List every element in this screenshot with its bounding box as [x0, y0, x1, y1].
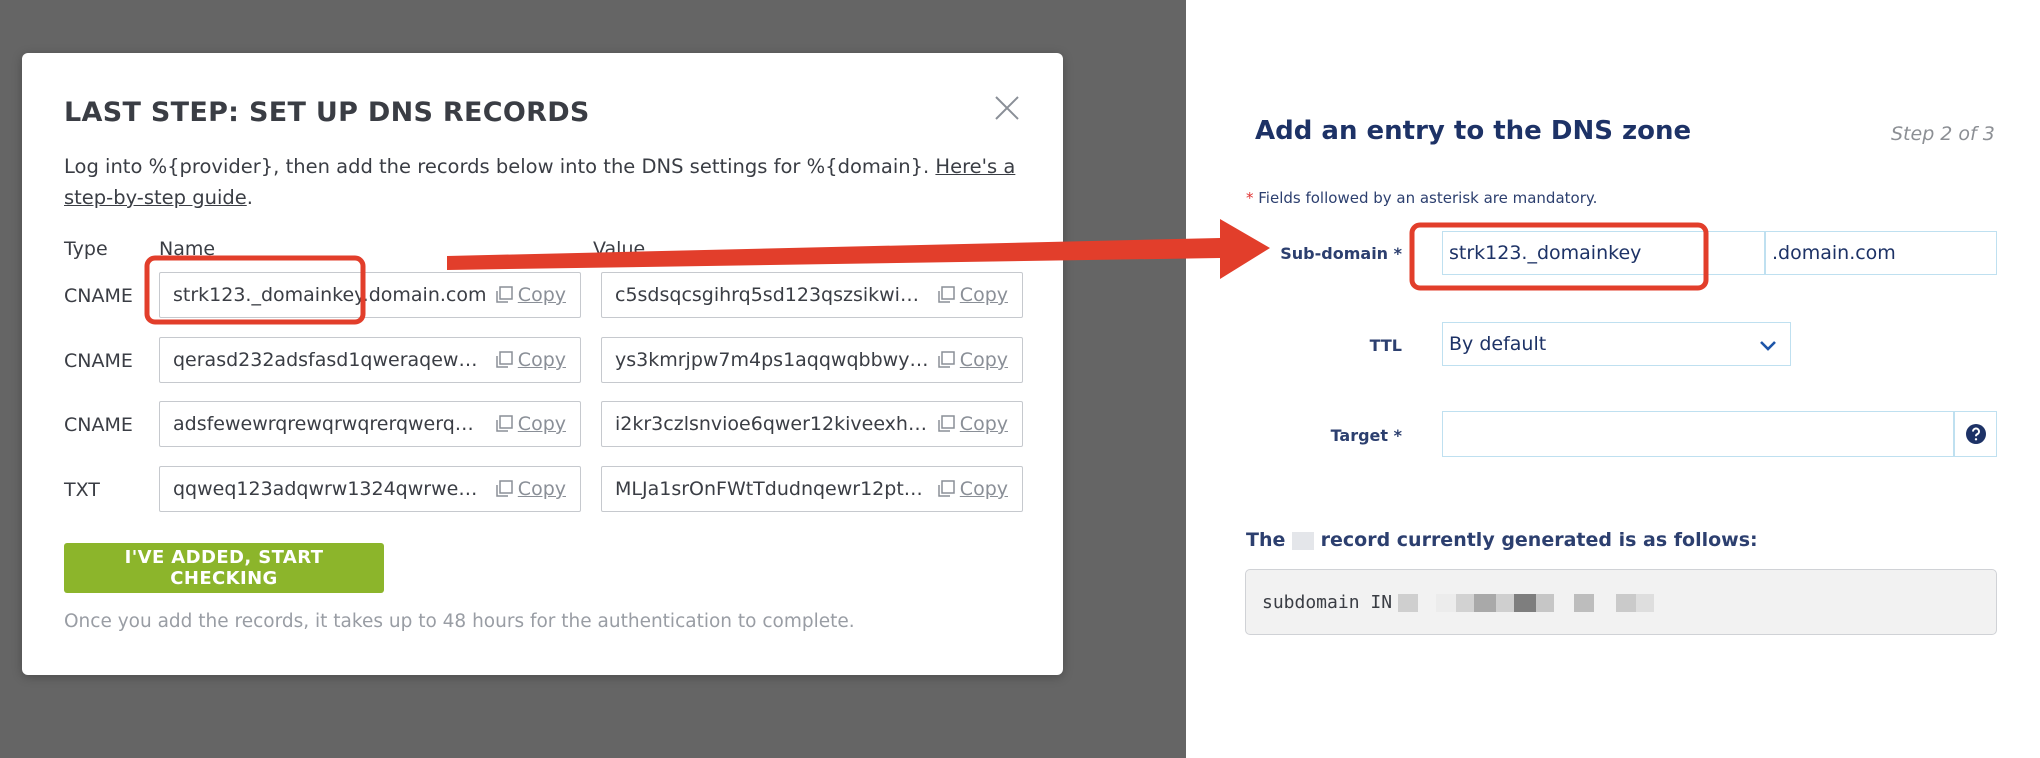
redacted-record-type	[1292, 531, 1314, 550]
record-value-field[interactable]: c5sdsqcsgihrq5sd123qszsikwi2t… Copy	[601, 272, 1023, 318]
copy-name-button[interactable]: Copy	[489, 413, 580, 435]
copy-icon	[496, 480, 513, 497]
record-name-text: qerasd232adsfasd1qweraqew12…	[173, 349, 489, 371]
close-icon[interactable]	[992, 93, 1022, 123]
subdomain-label: Sub-domain *	[1280, 244, 1402, 263]
record-name-field[interactable]: strk123._domainkey.domain.com Copy	[159, 272, 581, 318]
copy-name-button[interactable]: Copy	[489, 284, 580, 306]
record-name-text: qqweq123adqwrw1324qwrweqe…	[173, 478, 489, 500]
redacted-record-content	[1398, 592, 1655, 613]
authentication-note: Once you add the records, it takes up to…	[64, 611, 855, 632]
column-header-value: Value	[593, 238, 646, 260]
copy-label: Copy	[517, 478, 566, 500]
record-name-text: adsfewewrqrewqrwqrerqwerqw…	[173, 413, 489, 435]
record-type: CNAME	[64, 414, 133, 436]
column-header-type: Type	[64, 238, 108, 260]
copy-name-button[interactable]: Copy	[489, 478, 580, 500]
dns-setup-modal: LAST STEP: SET UP DNS RECORDS Log into %…	[22, 53, 1063, 675]
copy-value-button[interactable]: Copy	[931, 478, 1022, 500]
copy-label: Copy	[959, 413, 1008, 435]
generated-label-end: record currently generated is as follows…	[1320, 529, 1758, 551]
record-name-field[interactable]: adsfewewrqrewqrwqrerqwerqw… Copy	[159, 401, 581, 447]
record-value-text: i2kr3czlsnvioe6qwer12kiveexha5…	[615, 413, 931, 435]
copy-label: Copy	[959, 478, 1008, 500]
help-icon	[1965, 424, 1986, 444]
mandatory-text: Fields followed by an asterisk are manda…	[1253, 189, 1598, 207]
copy-label: Copy	[517, 413, 566, 435]
target-help-button[interactable]	[1954, 411, 1997, 457]
instructions-body: Log into %{provider}, then add the recor…	[64, 155, 936, 178]
generated-record-preview: subdomain IN	[1245, 569, 1997, 635]
mandatory-asterisk: *	[1246, 189, 1254, 207]
copy-label: Copy	[517, 349, 566, 371]
target-input[interactable]	[1442, 411, 1954, 457]
ttl-label: TTL	[1369, 336, 1402, 355]
modal-title: LAST STEP: SET UP DNS RECORDS	[64, 97, 590, 128]
start-checking-button[interactable]: I'VE ADDED, START CHECKING	[64, 543, 384, 593]
step-indicator: Step 2 of 3	[1891, 123, 1995, 145]
copy-value-button[interactable]: Copy	[931, 284, 1022, 306]
record-value-field[interactable]: i2kr3czlsnvioe6qwer12kiveexha5… Copy	[601, 401, 1023, 447]
chevron-down-icon	[1760, 341, 1776, 351]
subdomain-input[interactable]: strk123._domainkey	[1442, 231, 1765, 275]
instructions-period: .	[246, 186, 253, 209]
record-type: TXT	[64, 479, 100, 501]
record-type: CNAME	[64, 285, 133, 307]
mandatory-note: * Fields followed by an asterisk are man…	[1246, 189, 1597, 207]
copy-label: Copy	[959, 284, 1008, 306]
instructions-text: Log into %{provider}, then add the recor…	[64, 151, 1024, 213]
record-value-field[interactable]: ys3kmrjpw7m4ps1aqqwqbbwyx… Copy	[601, 337, 1023, 383]
column-header-name: Name	[159, 238, 216, 260]
copy-icon	[938, 351, 955, 368]
copy-label: Copy	[959, 349, 1008, 371]
copy-value-button[interactable]: Copy	[931, 413, 1022, 435]
copy-icon	[938, 415, 955, 432]
ttl-select[interactable]: By default	[1442, 322, 1791, 366]
copy-icon	[496, 415, 513, 432]
copy-icon	[496, 286, 513, 303]
record-value-text: MLJa1srOnFWtTdudnqewr12pt1j…	[615, 478, 931, 500]
record-value-text: c5sdsqcsgihrq5sd123qszsikwi2t…	[615, 284, 931, 306]
form-title: Add an entry to the DNS zone	[1255, 116, 1692, 146]
generated-record-label: The record currently generated is as fol…	[1246, 529, 1758, 551]
target-label: Target *	[1330, 426, 1402, 445]
copy-label: Copy	[517, 284, 566, 306]
record-value-text: ys3kmrjpw7m4ps1aqqwqbbwyx…	[615, 349, 931, 371]
record-name-field[interactable]: qqweq123adqwrw1324qwrweqe… Copy	[159, 466, 581, 512]
record-name-field[interactable]: qerasd232adsfasd1qweraqew12… Copy	[159, 337, 581, 383]
domain-suffix: .domain.com	[1765, 231, 1997, 275]
ttl-selected-value: By default	[1449, 333, 1547, 355]
copy-icon	[496, 351, 513, 368]
record-type: CNAME	[64, 350, 133, 372]
copy-value-button[interactable]: Copy	[931, 349, 1022, 371]
record-name-text: strk123._domainkey.domain.com	[173, 284, 487, 306]
copy-name-button[interactable]: Copy	[489, 349, 580, 371]
copy-icon	[938, 480, 955, 497]
generated-label-start: The	[1246, 529, 1286, 551]
generated-record-prefix: subdomain IN	[1262, 591, 1393, 613]
record-value-field[interactable]: MLJa1srOnFWtTdudnqewr12pt1j… Copy	[601, 466, 1023, 512]
copy-icon	[938, 286, 955, 303]
